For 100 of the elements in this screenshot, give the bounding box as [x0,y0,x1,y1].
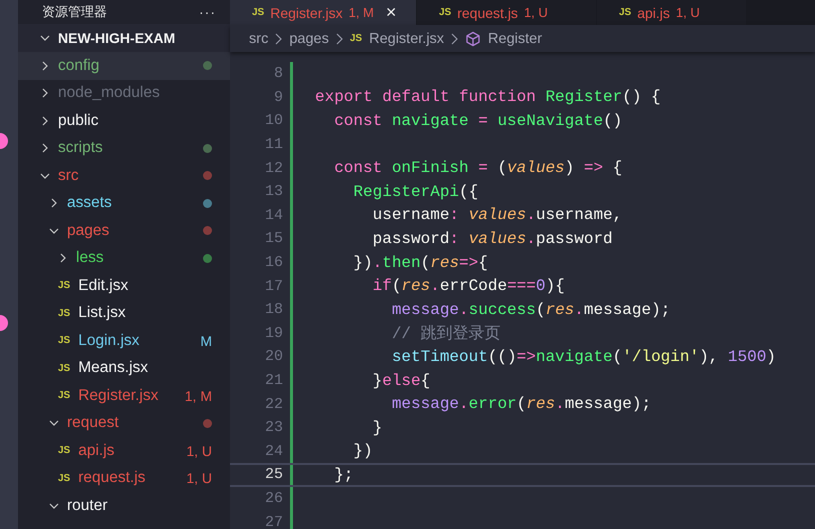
file-row[interactable]: JS Login.jsx M [18,327,230,354]
js-file-icon: JS [439,7,452,18]
chevron-right-icon [451,32,458,44]
close-icon[interactable]: × [386,2,396,23]
git-status: 1, U [186,442,212,459]
chevron-right-icon[interactable] [49,198,59,208]
tab-label: api.js [637,4,670,20]
folder-name: config [58,56,100,75]
js-file-icon: JS [58,308,70,319]
line-number: 11 [264,136,283,154]
line-number: 22 [264,396,283,413]
folder-row[interactable]: less [18,244,230,272]
cube-icon [465,30,482,46]
line-number: 23 [264,419,283,436]
code-line: }) [352,442,373,460]
tab-label: Register.jsx [270,4,343,20]
git-status: 1, U [524,5,548,20]
line-number: 18 [264,301,283,318]
line-number: 24 [264,442,283,460]
chevron-right-icon[interactable] [40,143,50,154]
folder-name: scripts [58,139,104,158]
line-number: 15 [264,230,283,248]
chevron-right-icon[interactable] [40,88,50,98]
breadcrumb-item[interactable]: pages [289,30,329,46]
folder-row[interactable]: public [18,107,230,134]
line-number: 13 [264,183,283,200]
code-line: password: values.password [372,230,613,248]
line-number: 12 [264,160,283,177]
file-row[interactable]: JS Edit.jsx [18,272,230,300]
file-row[interactable]: JS request.js 1, U [18,464,230,492]
folder-name: router [67,496,108,515]
editor-tab[interactable]: JS api.js 1, U [597,0,747,25]
js-file-icon: JS [252,7,264,18]
chevron-right-icon [336,32,343,44]
git-status: 1, U [676,5,700,20]
code-line: // 跳到登录页 [390,324,501,344]
js-file-icon: JS [58,445,70,456]
line-number: 25 [264,466,283,484]
folder-row[interactable]: request [18,410,230,437]
code-line: }else{ [372,372,430,390]
project-header[interactable]: NEW-HIGH-EXAM [18,24,230,52]
code-line: } [372,418,382,437]
file-name: request.js [78,469,146,488]
chevron-down-icon[interactable] [49,418,59,428]
js-file-icon: JS [58,280,70,292]
file-name: Means.jsx [78,359,150,378]
breadcrumb-item[interactable]: Register [488,30,542,46]
chevron-right-icon[interactable] [58,253,68,264]
line-number: 27 [264,514,283,529]
editor-tab[interactable]: JS request.js 1, U [417,0,597,25]
folder-name: public [58,112,100,130]
code-line: if(res.errCode===0){ [372,277,565,296]
js-file-icon: JS [58,335,70,346]
line-number: 8 [272,65,283,82]
line-number: 9 [272,88,283,106]
folder-row[interactable]: src [18,162,230,190]
code-line: }).then(res=>{ [352,254,488,272]
js-file-icon: JS [619,7,632,18]
js-file-icon: JS [58,390,70,402]
git-status: 1, M [184,388,212,404]
line-number: 14 [264,206,283,224]
breadcrumb-item[interactable]: Register.jsx [369,30,444,46]
folder-name: pages [67,222,110,240]
chevron-down-icon[interactable] [40,33,50,43]
file-name: List.jsx [78,304,127,322]
line-number: 26 [264,490,283,507]
file-name: Register.jsx [78,386,160,405]
folder-row[interactable]: assets [18,190,230,217]
folder-name: node_modules [58,84,161,102]
folder-name: src [58,166,80,185]
folder-name: assets [67,194,113,212]
git-status: M [200,332,212,349]
file-row[interactable]: JS api.js 1, U [18,437,230,464]
js-file-icon: JS [350,33,362,44]
chevron-right-icon[interactable] [40,60,50,71]
editor-tab[interactable]: JS Register.jsx 1, M × [230,0,417,25]
file-row[interactable]: JS Register.jsx 1, M [18,382,230,410]
code-line: message.error(res.message); [390,395,652,414]
folder-row[interactable]: scripts [18,134,230,162]
project-name: NEW-HIGH-EXAM [58,30,176,46]
code-line: const onFinish = (values) => { [333,159,622,178]
code-line: const navigate = useNavigate() [333,112,622,130]
chevron-right-icon[interactable] [40,116,50,126]
breadcrumb-item[interactable]: src [249,30,268,46]
chevron-down-icon[interactable] [49,500,59,511]
file-row[interactable]: JS List.jsx [18,300,230,327]
code-line: setTimeout(()=>navigate('/login'), 1500) [390,348,776,366]
code-line: username: values.username, [372,206,622,224]
tab-label: request.js [457,4,518,20]
file-row[interactable]: JS Means.jsx [18,354,230,382]
chevron-down-icon[interactable] [40,170,50,181]
folder-row[interactable]: pages [18,217,230,244]
folder-row[interactable]: router [18,492,230,520]
more-actions-button[interactable]: ··· [199,4,216,20]
file-name: Login.jsx [78,332,140,350]
file-name: api.js [78,442,116,460]
git-status: 1, U [186,470,212,486]
code-line: message.success(res.message); [390,300,670,319]
folder-row[interactable]: config [18,52,230,80]
chevron-down-icon[interactable] [49,226,59,236]
